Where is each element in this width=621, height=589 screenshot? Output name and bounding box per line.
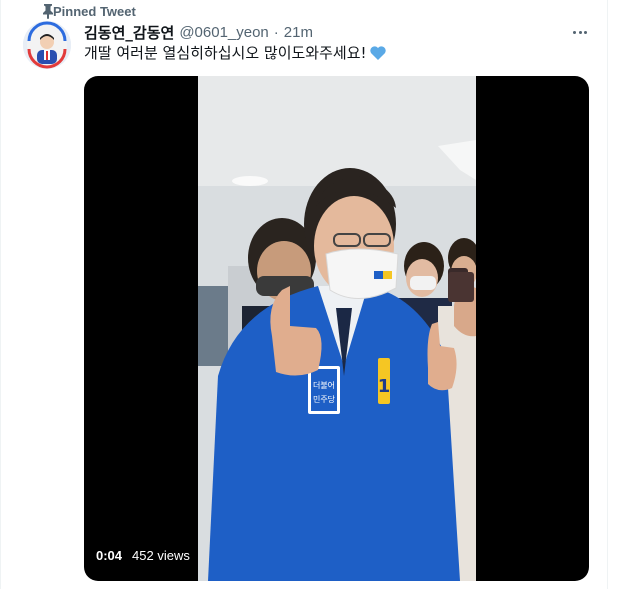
tweet-header: 김동연_감동연 @0601_yeon · 21m — [84, 22, 313, 42]
tweet-text: 개딸 여러분 열심히하십시오 많이도와주세요! — [84, 43, 387, 63]
video-views: 452 views — [132, 548, 190, 563]
video-duration: 0:04 — [96, 548, 123, 563]
user-handle[interactable]: @0601_yeon — [179, 24, 268, 41]
pin-icon — [43, 4, 53, 19]
svg-text:더불어: 더불어 — [313, 380, 335, 390]
tweet-body: 개딸 여러분 열심히하십시오 많이도와주세요! — [84, 44, 367, 62]
avatar[interactable] — [23, 21, 71, 69]
more-options-button[interactable] — [569, 23, 591, 41]
video-player[interactable]: 더불어 민주당 1 0:04 452 views — [84, 76, 589, 581]
blue-heart-icon — [369, 46, 386, 60]
separator-dot: · — [273, 23, 279, 41]
pinned-label: Pinned Tweet — [53, 3, 136, 19]
display-name[interactable]: 김동연_감동연 — [84, 22, 174, 43]
svg-text:민주당: 민주당 — [313, 394, 336, 404]
more-icon — [573, 30, 577, 34]
svg-text:1: 1 — [378, 376, 391, 397]
video-frame: 더불어 민주당 1 — [198, 76, 476, 581]
pinned-indicator: Pinned Tweet — [43, 3, 136, 19]
tweet-card[interactable]: Pinned Tweet 김동연_감동연 @0601_yeon · 21m 개딸… — [0, 0, 608, 589]
video-overlay: 0:04 452 views — [96, 548, 190, 563]
timestamp[interactable]: 21m — [284, 24, 313, 41]
avatar-image — [23, 21, 71, 69]
